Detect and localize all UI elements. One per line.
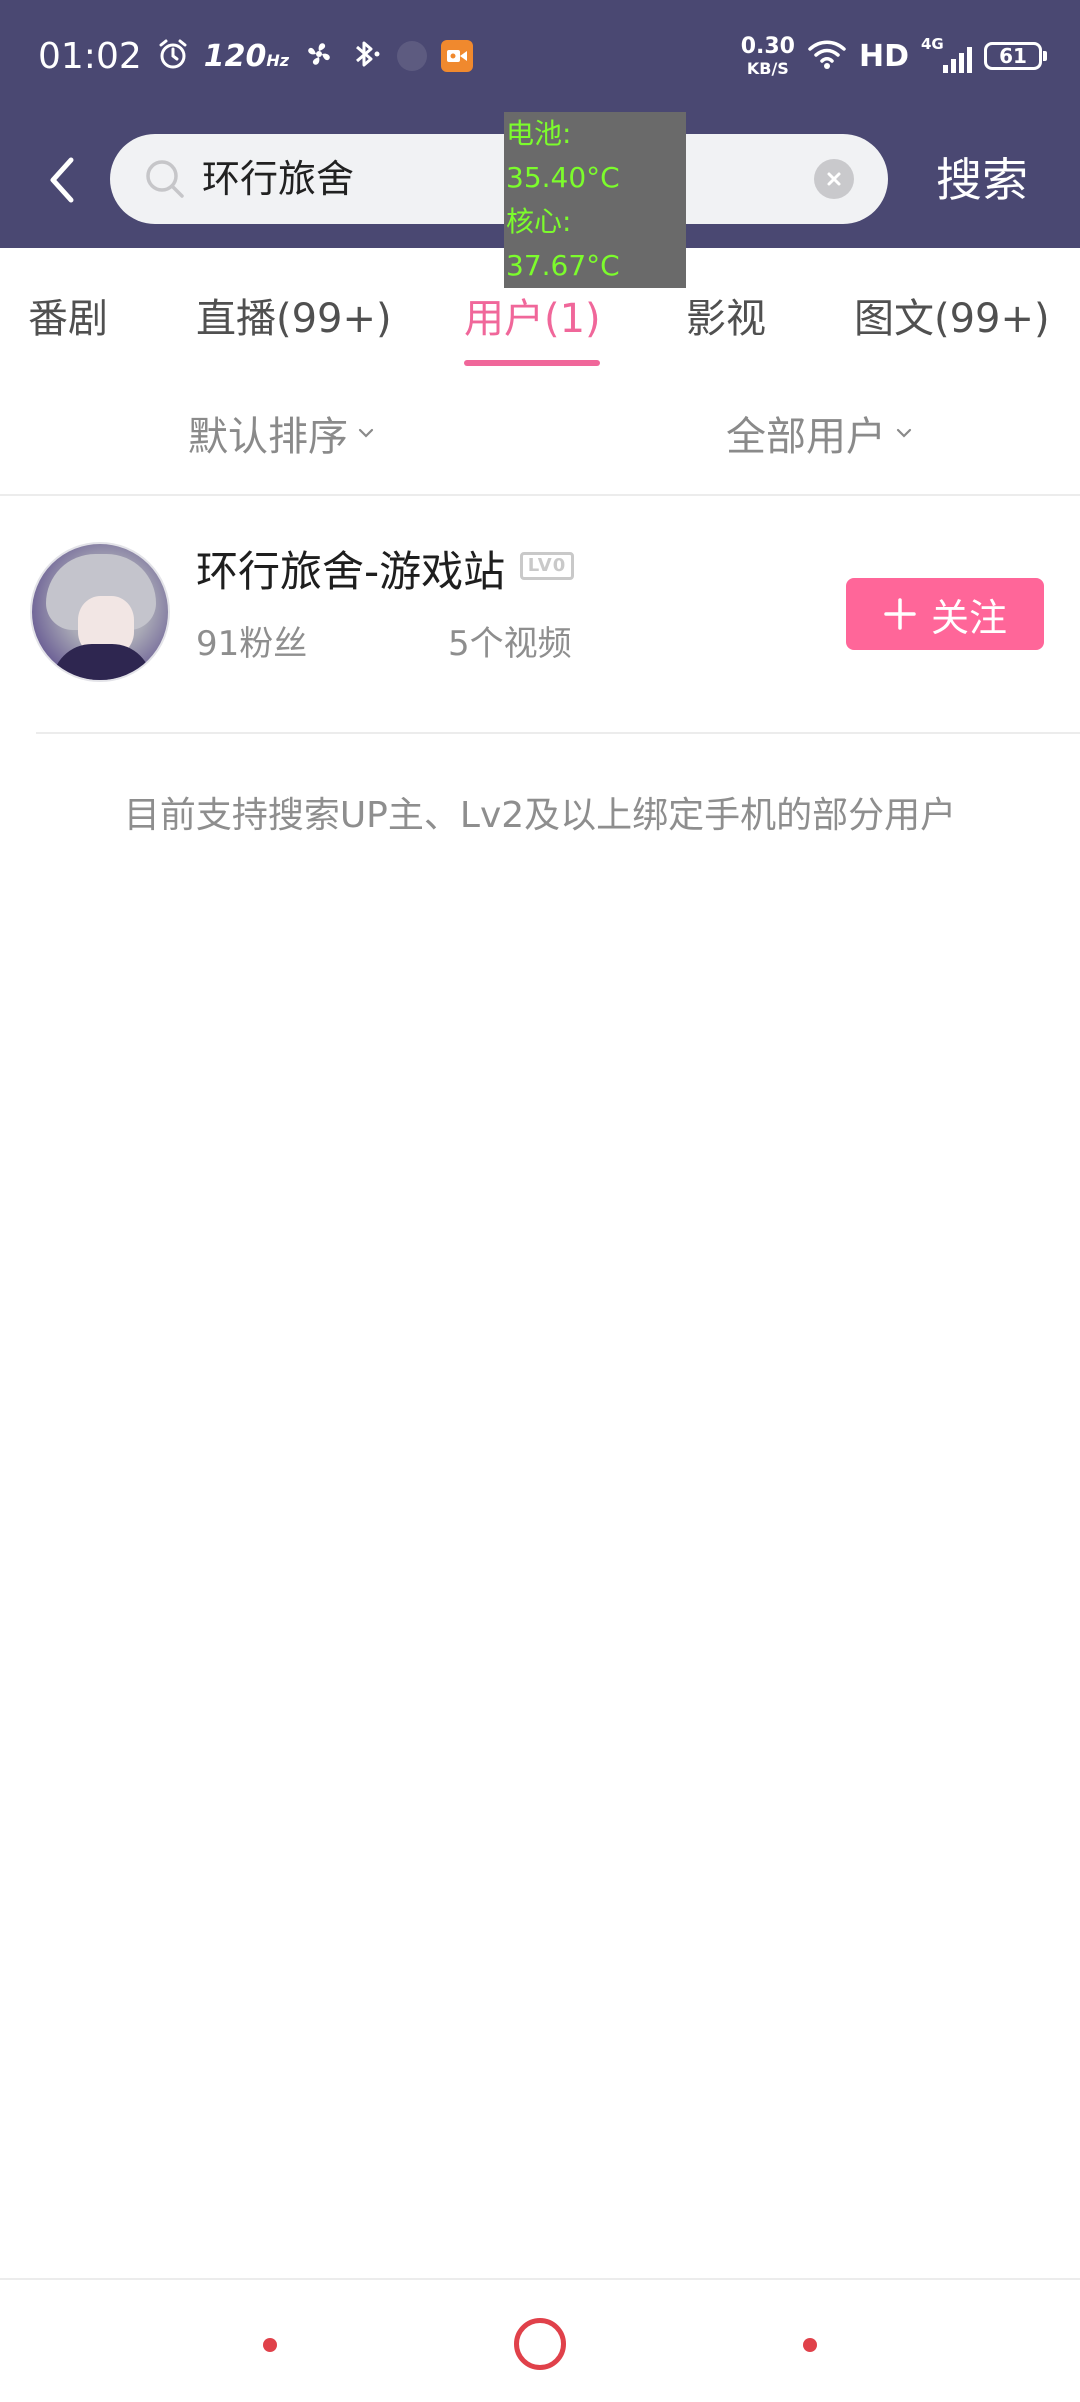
battery-icon: 61 — [984, 42, 1047, 70]
status-bar-right: 0.30 KB/S HD 4G 61 — [740, 30, 1047, 82]
network-speed: 0.30 KB/S — [740, 33, 795, 78]
videos-count: 5个视频 — [448, 624, 572, 664]
signal-icon: 4G — [921, 35, 972, 73]
status-time: 01:02 — [38, 35, 142, 77]
search-query: 环行旅舍 — [202, 157, 355, 201]
user-name[interactable]: 环行旅舍-游戏站 — [196, 538, 505, 599]
avatar[interactable] — [30, 542, 170, 682]
sort-dropdown[interactable]: 默认排序 — [188, 404, 374, 462]
network-speed-value: 0.30 — [740, 33, 795, 59]
follow-label: 关注 — [930, 595, 1007, 640]
user-type-dropdown[interactable]: 全部用户 — [726, 404, 912, 462]
fan-icon — [303, 38, 335, 74]
tab-bar: 番剧 直播(99+) 用户(1) 影视 图文(99+) — [0, 248, 1080, 372]
screen-record-icon — [441, 40, 474, 72]
fans-count: 91粉丝 — [196, 624, 308, 664]
search-input[interactable]: 环行旅舍 — [110, 134, 888, 224]
alarm-icon — [156, 37, 190, 75]
sort-label: 默认排序 — [188, 414, 348, 460]
bluetooth-icon — [349, 37, 383, 75]
battery-level: 61 — [999, 44, 1027, 68]
tab-articles[interactable]: 图文(99+) — [854, 286, 1050, 344]
chevron-left-icon — [50, 157, 74, 203]
follow-button[interactable]: 关注 — [846, 578, 1044, 650]
network-hd: HD — [858, 38, 909, 74]
divider — [36, 732, 1080, 734]
tab-users[interactable]: 用户(1) — [464, 286, 601, 344]
level-badge: LV0 — [520, 552, 574, 580]
user-result-item[interactable]: 环行旅舍-游戏站 LV0 91粉丝 5个视频 关注 — [0, 496, 1080, 732]
back-button[interactable] — [38, 150, 86, 210]
refresh-rate: 120Hz — [204, 39, 289, 74]
tab-live[interactable]: 直播(99+) — [196, 286, 392, 344]
refresh-rate-unit: Hz — [266, 50, 290, 70]
filter-bar: 默认排序 全部用户 — [0, 372, 1080, 496]
search-button[interactable]: 搜索 — [936, 140, 1028, 220]
search-icon — [144, 158, 186, 204]
active-tab-indicator — [464, 360, 600, 366]
nav-back-dot[interactable] — [803, 2338, 817, 2352]
user-type-label: 全部用户 — [726, 414, 886, 460]
tab-movies[interactable]: 影视 — [686, 286, 766, 344]
clear-icon[interactable] — [814, 159, 854, 199]
battery-temp: 电池: 35.40°C — [506, 117, 620, 194]
plus-icon — [884, 598, 916, 630]
dimmed-app-icon — [397, 41, 428, 71]
network-speed-unit: KB/S — [746, 58, 789, 78]
refresh-rate-value: 120 — [203, 38, 267, 74]
nav-menu-dot[interactable] — [263, 2338, 277, 2352]
top-header: 01:02 120Hz 0.30 KB/S HD 4G 61 环行旅舍 搜索 电… — [0, 0, 1080, 288]
status-bar-left: 01:02 120Hz — [38, 30, 474, 82]
tab-bangumi[interactable]: 番剧 — [28, 286, 108, 344]
chevron-down-icon — [358, 428, 374, 438]
network-gen: 4G — [921, 35, 944, 53]
system-nav-bar — [0, 2278, 1080, 2402]
search-hint: 目前支持搜索UP主、Lv2及以上绑定手机的部分用户 — [123, 795, 957, 836]
chevron-down-icon — [896, 428, 912, 438]
nav-home-button[interactable] — [514, 2318, 566, 2370]
wifi-icon — [807, 38, 847, 74]
